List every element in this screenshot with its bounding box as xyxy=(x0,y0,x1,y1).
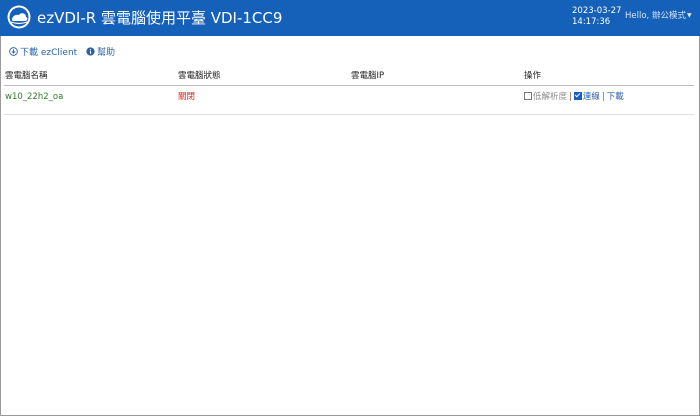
current-date: 2023-03-27 xyxy=(572,6,622,16)
vm-name-cell: w10_22h2_oa xyxy=(5,92,64,102)
download-ezclient-label: 下載 ezClient xyxy=(20,48,78,58)
separator: | xyxy=(601,92,605,102)
caret-down-icon: ▼ xyxy=(686,12,692,19)
download-circle-icon xyxy=(9,47,18,56)
window-frame xyxy=(0,0,700,416)
vm-actions-cell: 低解析度 | 連線 | 下載 xyxy=(524,92,624,103)
user-menu-label: Hello, 辦公模式 xyxy=(625,11,686,21)
vm-status-cell: 關閉 xyxy=(178,92,196,102)
help-link[interactable]: 幫助 xyxy=(86,47,115,59)
info-circle-icon xyxy=(86,47,95,56)
download-ezclient-link[interactable]: 下載 ezClient xyxy=(9,47,77,59)
connect-link[interactable]: 連線 xyxy=(583,92,600,102)
column-header-ip: 雲電腦IP xyxy=(351,71,385,81)
download-link[interactable]: 下載 xyxy=(607,92,624,102)
current-time: 14:17:36 xyxy=(572,17,611,27)
user-menu-dropdown[interactable]: Hello, 辦公模式▼ xyxy=(625,10,692,22)
connect-checkbox[interactable] xyxy=(573,92,582,100)
low-resolution-label: 低解析度 xyxy=(533,92,568,102)
column-header-status: 雲電腦狀態 xyxy=(178,71,221,81)
column-header-actions: 操作 xyxy=(524,71,542,81)
help-label: 幫助 xyxy=(97,48,116,58)
table-row-divider xyxy=(4,114,694,115)
column-header-name: 雲電腦名稱 xyxy=(5,71,48,81)
cloud-logo-icon xyxy=(7,5,31,29)
separator: | xyxy=(569,92,572,102)
table-header-divider xyxy=(4,85,694,86)
low-resolution-checkbox[interactable] xyxy=(524,92,532,100)
datetime-display: 2023-03-27 14:17:36 xyxy=(572,6,621,28)
app-title: ezVDI-R 雲電腦使用平臺 VDI-1CC9 xyxy=(37,9,283,27)
header-bar: ezVDI-R 雲電腦使用平臺 VDI-1CC9 2023-03-27 14:1… xyxy=(0,0,700,36)
